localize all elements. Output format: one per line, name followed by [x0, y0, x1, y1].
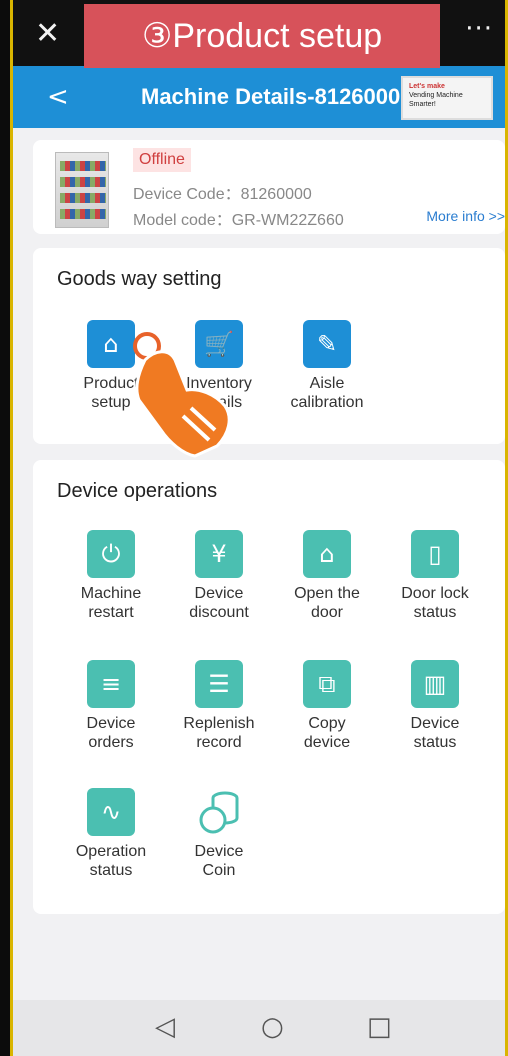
- model-code: Model code：GR-WM22Z660: [133, 212, 344, 229]
- copy-device-label: Copy device: [303, 715, 351, 751]
- inventory-details-label: Inventory details: [186, 375, 252, 411]
- operation-status-label: Operation status: [75, 843, 147, 879]
- copy-icon: ⧉: [303, 660, 351, 708]
- book-icon: ▥: [411, 660, 459, 708]
- ad-banner[interactable]: Let's make Vending Machine Smarter!: [401, 76, 493, 120]
- back-button[interactable]: <: [47, 82, 69, 112]
- edit-icon: ✎: [303, 320, 351, 368]
- status-badge: Offline: [133, 148, 191, 172]
- discount-icon: ¥: [195, 530, 243, 578]
- replenish-record-label: Replenish record: [183, 715, 255, 751]
- device-status-button[interactable]: ▥ Device status: [379, 660, 491, 752]
- goods-way-card: Goods way setting ⌂ Product setup 🛒 Inve…: [33, 248, 505, 444]
- device-coin-label: Device Coin: [194, 843, 244, 879]
- section-title-goods: Goods way setting: [57, 268, 222, 290]
- vending-machine-image: [55, 152, 109, 228]
- device-orders-label: Device orders: [86, 715, 136, 751]
- aisle-calibration-button[interactable]: ✎ Aisle calibration: [271, 320, 383, 412]
- house-key-icon: ⌂: [303, 530, 351, 578]
- door-lock-status-label: Door lock status: [401, 585, 469, 621]
- device-status-label: Device status: [410, 715, 460, 751]
- machine-restart-label: Machine restart: [80, 585, 142, 621]
- more-info-link[interactable]: More info >>: [426, 208, 505, 224]
- header-bar: < Machine Details-81260000 Let's make Ve…: [13, 66, 505, 128]
- device-orders-button[interactable]: ≡ Device orders: [55, 660, 167, 752]
- coin-icon: [195, 788, 243, 836]
- ad-line-1: Let's make: [409, 83, 445, 90]
- device-info-card: Offline Device Code：81260000 Model code：…: [33, 140, 505, 234]
- ad-line-2: Vending Machine Smarter!: [409, 92, 463, 108]
- aisle-calibration-label: Aisle calibration: [290, 375, 364, 411]
- nav-recent-icon[interactable]: □: [367, 1012, 392, 1042]
- device-coin-button[interactable]: Device Coin: [163, 788, 275, 880]
- wave-icon: ∿: [87, 788, 135, 836]
- product-setup-label: Product setup: [83, 375, 139, 411]
- open-door-button[interactable]: ⌂ Open the door: [271, 530, 383, 622]
- door-lock-status-button[interactable]: ▯ Door lock status: [379, 530, 491, 622]
- section-title-operations: Device operations: [57, 480, 218, 502]
- nav-home-icon[interactable]: ○: [261, 1012, 284, 1042]
- record-icon: ☰: [195, 660, 243, 708]
- cart-icon: 🛒: [195, 320, 243, 368]
- operation-status-button[interactable]: ∿ Operation status: [55, 788, 167, 880]
- more-options-icon[interactable]: ···: [465, 14, 493, 44]
- system-nav-bar: ◁ ○ □: [13, 1000, 505, 1056]
- receipt-icon: ≡: [87, 660, 135, 708]
- door-icon: ▯: [411, 530, 459, 578]
- device-discount-button[interactable]: ¥ Device discount: [163, 530, 275, 622]
- product-setup-button[interactable]: ⌂ Product setup: [55, 320, 167, 412]
- power-icon: ⏻: [87, 530, 135, 578]
- inventory-details-button[interactable]: 🛒 Inventory details: [163, 320, 275, 412]
- close-icon[interactable]: ✕: [35, 16, 60, 51]
- device-discount-label: Device discount: [189, 585, 249, 621]
- replenish-record-button[interactable]: ☰ Replenish record: [163, 660, 275, 752]
- device-operations-card: Device operations ⏻ Machine restart ¥ De…: [33, 460, 505, 914]
- nav-back-icon[interactable]: ◁: [155, 1012, 175, 1042]
- product-setup-icon: ⌂: [87, 320, 135, 368]
- page-title: Machine Details-81260000: [141, 84, 413, 109]
- phone-screen: ✕ ··· < Machine Details-81260000 Let's m…: [10, 0, 508, 1056]
- open-door-label: Open the door: [294, 585, 360, 621]
- device-code: Device Code：81260000: [133, 186, 312, 203]
- machine-restart-button[interactable]: ⏻ Machine restart: [55, 530, 167, 622]
- copy-device-button[interactable]: ⧉ Copy device: [271, 660, 383, 752]
- step-banner: ③Product setup: [84, 4, 440, 68]
